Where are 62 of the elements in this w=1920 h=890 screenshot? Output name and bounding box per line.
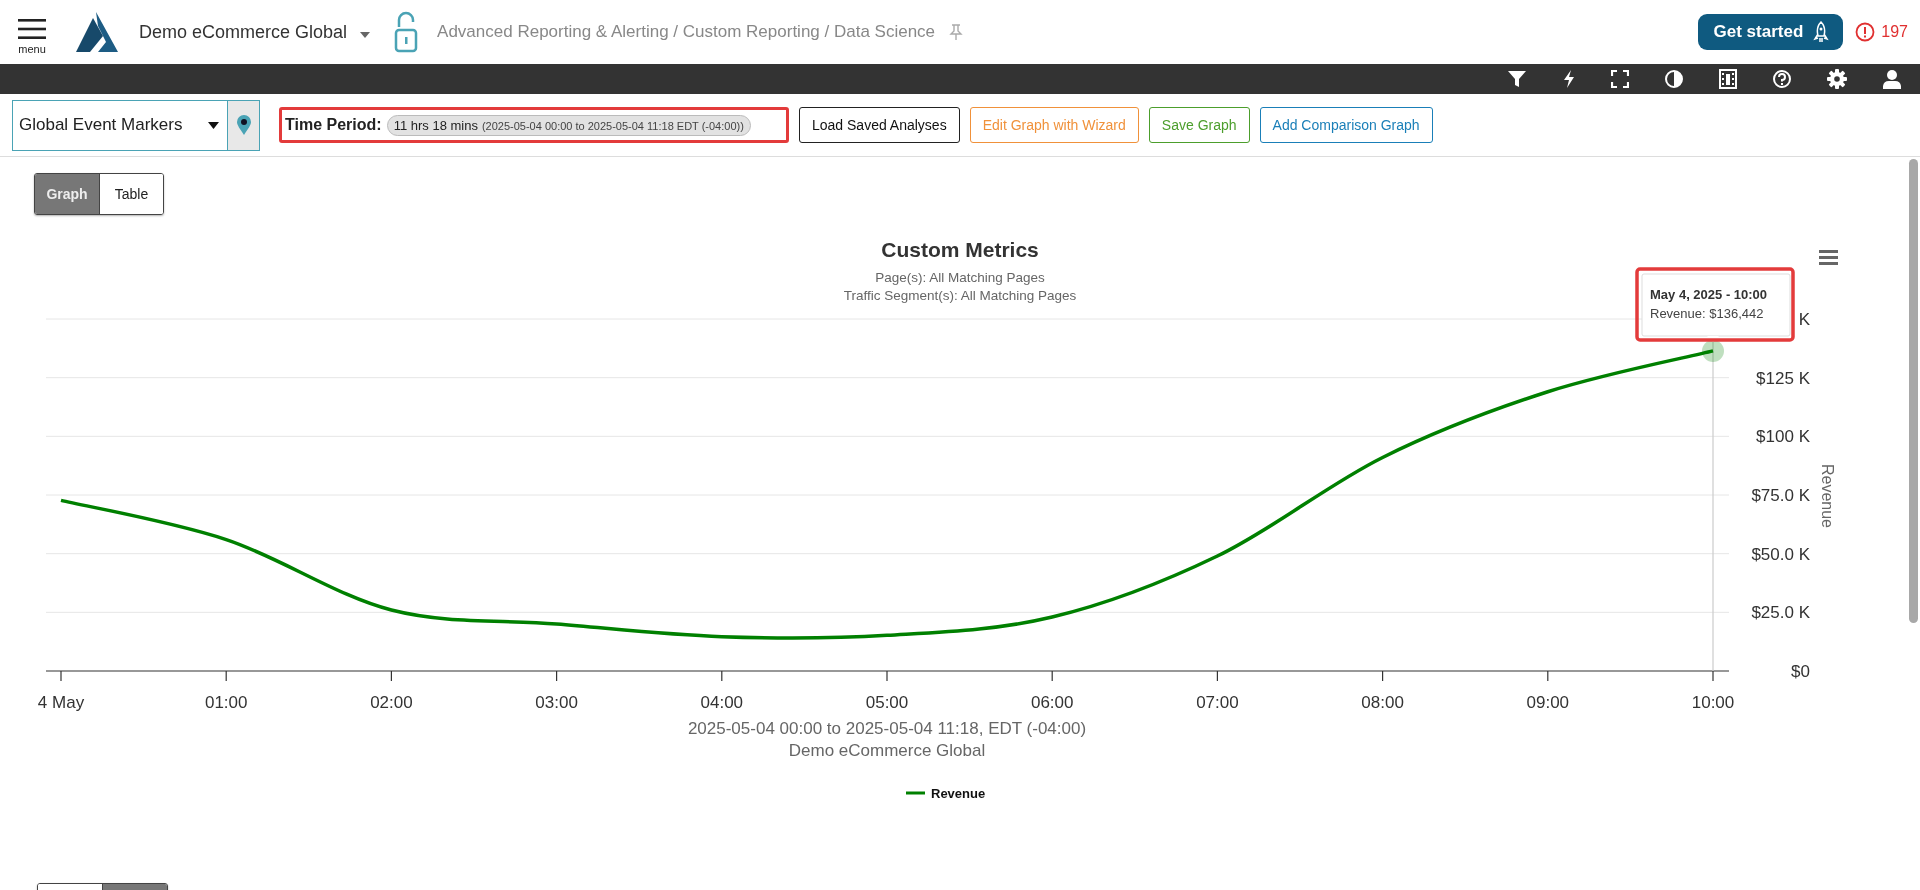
y-tick-label: $0: [1791, 662, 1810, 681]
chart-subtitle: Page(s): All Matching Pages: [875, 270, 1045, 285]
x-tick-label: 04:00: [700, 693, 744, 712]
film-icon[interactable]: [1719, 69, 1737, 89]
y-tick-label: $50.0 K: [1751, 544, 1810, 564]
y-tick-label: K: [1798, 310, 1810, 329]
account-name[interactable]: Demo eCommerce Global: [139, 21, 348, 43]
map-pin-button[interactable]: [227, 100, 259, 150]
event-marker-select[interactable]: Global Event Markers: [12, 99, 260, 151]
y-tick-label: $25.0 K: [1751, 603, 1810, 623]
time-period-range: (2025-05-04 00:00 to 2025-05-04 11:18 EDT (-04:00)): [481, 119, 744, 132]
menu-icon[interactable]: [18, 17, 46, 40]
x-tick-label: 03:00: [535, 693, 578, 712]
unlocked-padlock-icon[interactable]: [394, 11, 419, 53]
x-tick-label: 02:00: [370, 693, 413, 712]
x-tick-label: 10:00: [1691, 693, 1735, 712]
toolbar-button[interactable]: Add Comparison Graph: [1259, 107, 1433, 143]
caret-icon[interactable]: [360, 32, 371, 38]
x-tick-label: 01:00: [204, 693, 248, 712]
filter-icon[interactable]: [1507, 69, 1527, 89]
alert-icon[interactable]: [1855, 22, 1876, 42]
x-tick-label: 09:00: [1526, 693, 1570, 712]
view-tab[interactable]: Graph: [35, 174, 99, 214]
help-icon[interactable]: [1772, 69, 1792, 89]
caret-icon: [208, 121, 219, 129]
logo-icon: [76, 12, 118, 52]
view-tab[interactable]: Table: [99, 174, 163, 214]
tooltip-text: Revenue: $136,442: [1650, 306, 1764, 321]
user-icon[interactable]: [1882, 69, 1902, 89]
hover-marker: [1702, 339, 1724, 362]
get-started-button[interactable]: Get started: [1697, 14, 1844, 50]
breadcrumb: Advanced Reporting & Alerting / Custom Reporting / Data Science: [437, 22, 936, 42]
x-tick-label: 07:00: [1196, 693, 1239, 712]
x-tick-label: 05:00: [865, 693, 909, 712]
y-tick-label: $125 K: [1756, 368, 1810, 388]
scrollbar-thumb[interactable]: [1909, 159, 1918, 623]
time-period-label: Time Period:: [285, 116, 382, 134]
toolbar-button[interactable]: Load Saved Analyses: [799, 107, 960, 143]
map-pin-icon: [236, 115, 251, 135]
legend-label: Revenue: [931, 786, 986, 801]
tooltip-title: May 4, 2025 - 10:00: [1650, 287, 1768, 302]
x-tick-label: 08:00: [1361, 693, 1404, 712]
y-tick-label: $75.0 K: [1751, 486, 1810, 505]
x-tick-label: 06:00: [1030, 693, 1074, 712]
chart-title: Custom Metrics: [881, 238, 1039, 261]
contrast-icon[interactable]: [1664, 69, 1684, 89]
alert-count[interactable]: 197: [1881, 23, 1908, 41]
menu-label[interactable]: menu: [18, 42, 46, 55]
legend-item[interactable]: Revenue: [906, 786, 986, 801]
x-tick-label: 4 May: [37, 693, 85, 712]
settings-icon[interactable]: [1827, 69, 1847, 89]
chart-subtitle: Traffic Segment(s): All Matching Pages: [843, 288, 1077, 303]
time-period-pill[interactable]: 11 hrs 18 mins (2025-05-04 00:00 to 2025-05-04 11:18 EDT (-04:00)): [386, 114, 751, 136]
rocket-icon: [1813, 21, 1830, 43]
y-tick-label: $100 K: [1756, 427, 1810, 447]
time-period-duration: 11 hrs 18 mins: [393, 117, 478, 133]
y-axis-title: Revenue: [1819, 464, 1836, 528]
fullscreen-icon[interactable]: [1611, 70, 1629, 88]
chart-menu-icon[interactable]: [1819, 250, 1838, 265]
x-axis-title: 2025-05-04 00:00 to 2025-05-04 11:18, EDT (-04:00): [687, 719, 1087, 738]
lightning-icon[interactable]: [1562, 69, 1576, 89]
chart-caption: Demo eCommerce Global: [788, 741, 986, 760]
